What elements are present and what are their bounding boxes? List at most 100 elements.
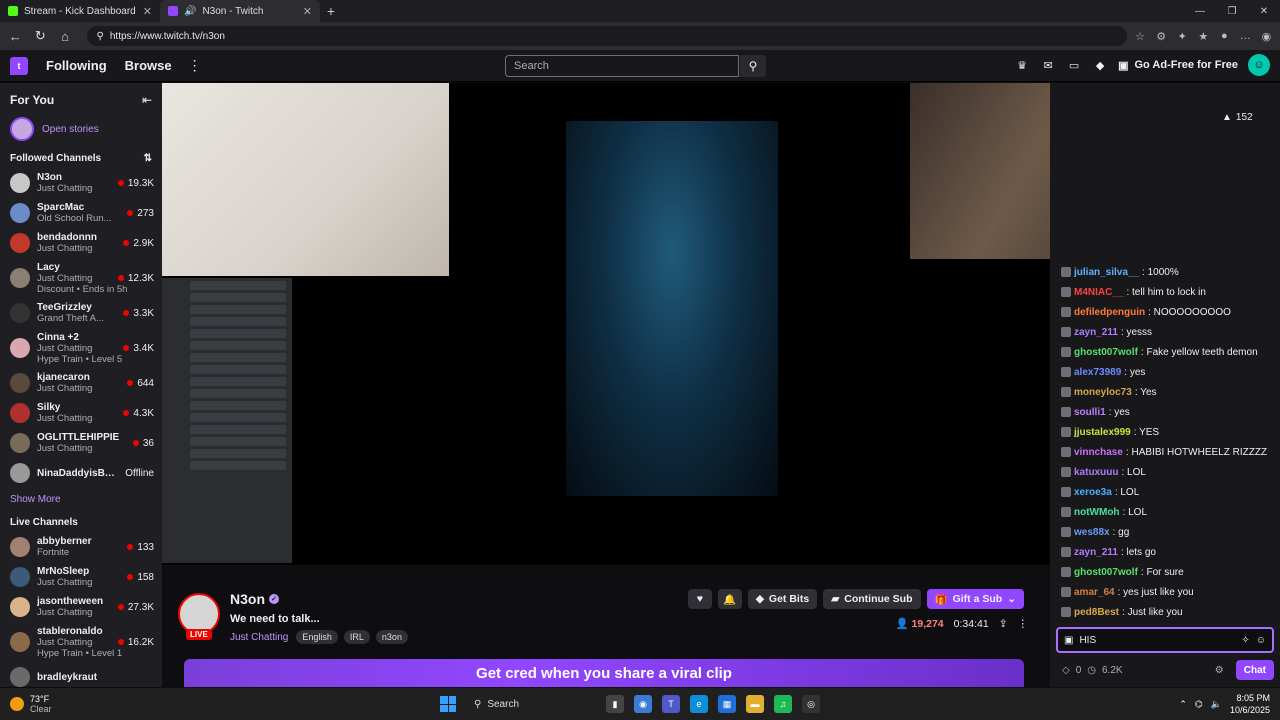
maximize-icon[interactable]: ❐ — [1216, 0, 1248, 22]
store-icon[interactable]: ▦ — [718, 695, 736, 713]
sidebar-channel[interactable]: N3on Just Chatting 19.3K — [0, 168, 162, 198]
site-info-icon[interactable]: ⚲ — [97, 31, 104, 42]
chat-username[interactable]: ped8Best — [1074, 607, 1119, 618]
chat-username[interactable]: M4NIAC__ — [1074, 287, 1123, 298]
sidebar-channel[interactable]: jasontheween Just Chatting 27.3K — [0, 592, 162, 622]
more-menu-icon[interactable]: ⋮ — [188, 57, 202, 74]
reload-icon[interactable]: ↻ — [31, 26, 50, 46]
notifications-button[interactable]: 🔔 — [717, 589, 742, 609]
follow-heart-button[interactable]: ♥ — [687, 589, 712, 609]
chat-username[interactable]: zayn_211 — [1074, 327, 1118, 338]
nav-following[interactable]: Following — [46, 58, 107, 73]
chat-settings-icon[interactable]: ⚙ — [1215, 665, 1224, 676]
more-options-icon[interactable]: ⋮ — [1018, 618, 1029, 630]
whispers-icon[interactable]: ▭ — [1066, 57, 1082, 73]
chat-username[interactable]: amar_64 — [1074, 587, 1115, 598]
tag-irl[interactable]: IRL — [343, 630, 370, 644]
bits-cheer-icon[interactable]: ✧ — [1241, 635, 1249, 646]
sidebar-channel[interactable]: TeeGrizzley Grand Theft A... 3.3K — [0, 298, 162, 328]
twitch-logo-icon[interactable]: t — [10, 56, 28, 75]
new-tab-button[interactable]: + — [320, 0, 342, 22]
weather-widget[interactable]: 73°F Clear — [0, 694, 52, 714]
open-stories-link[interactable]: Open stories — [42, 124, 99, 135]
obs-icon[interactable]: ◎ — [802, 695, 820, 713]
nav-browse[interactable]: Browse — [125, 58, 172, 73]
favorite-star-icon[interactable]: ☆ — [1133, 28, 1148, 44]
tag-n3on[interactable]: n3on — [375, 630, 408, 644]
continue-sub-button[interactable]: ▰ Continue Sub — [823, 589, 921, 609]
copilot-app-icon[interactable]: ◉ — [634, 695, 652, 713]
chat-send-button[interactable]: Chat — [1235, 660, 1274, 680]
chat-username[interactable]: jjustalex999 — [1074, 427, 1131, 438]
tray-chevron-icon[interactable]: ⌃ — [1179, 699, 1187, 710]
sidebar-channel[interactable]: Lacy Just Chatting Discount • Ends in 5h 12… — [0, 258, 162, 298]
browser-tab-kick[interactable]: Stream - Kick Dashboard ✕ — [0, 0, 160, 22]
get-bits-button[interactable]: ◆ Get Bits — [747, 589, 818, 609]
sidebar-channel[interactable]: MrNoSleep Just Chatting 158 — [0, 562, 162, 592]
taskbar-search[interactable]: ⚲ Search — [466, 692, 596, 716]
search-button[interactable]: ⚲ — [740, 55, 766, 77]
spotify-icon[interactable]: ♫ — [774, 695, 792, 713]
chat-username[interactable]: defiledpenguin — [1074, 307, 1145, 318]
tag-english[interactable]: English — [296, 630, 338, 644]
chat-username[interactable]: julian_silva__ — [1074, 267, 1139, 278]
bits-gem-icon[interactable]: ◆ — [1092, 57, 1108, 73]
sidebar-channel[interactable]: kjanecaron Just Chatting 644 — [0, 368, 162, 398]
sidebar-channel[interactable]: abbyberner Fortnite 133 — [0, 532, 162, 562]
prime-crown-icon[interactable]: ♛ — [1014, 57, 1030, 73]
sidebar-channel[interactable]: Cinna +2 Just Chatting Hype Train • Level … — [0, 328, 162, 368]
clip-promo-banner[interactable]: Get cred when you share a viral clip — [184, 659, 1024, 687]
sidebar-channel[interactable]: Silky Just Chatting 4.3K — [0, 398, 162, 428]
close-window-icon[interactable]: ✕ — [1248, 0, 1280, 22]
streamer-name[interactable]: N3on — [230, 591, 265, 607]
share-icon[interactable]: ⇪ — [999, 618, 1008, 630]
close-icon[interactable]: ✕ — [303, 5, 312, 18]
sidebar-channel[interactable]: SparcMac Old School Run... 273 — [0, 198, 162, 228]
chat-username[interactable]: wes88x — [1074, 527, 1110, 538]
chat-username[interactable]: moneyloc73 — [1074, 387, 1132, 398]
teams-icon[interactable]: T — [662, 695, 680, 713]
profile-icon[interactable]: ● — [1217, 28, 1232, 44]
chat-username[interactable]: vinnchase — [1074, 447, 1123, 458]
chat-username[interactable]: notWMoh — [1074, 507, 1120, 518]
open-stories-row[interactable]: Open stories — [0, 111, 162, 147]
menu-dots-icon[interactable]: … — [1238, 28, 1253, 44]
sidebar-channel[interactable]: bradleykraut — [0, 662, 162, 687]
go-ad-free-button[interactable]: ▣ Go Ad-Free for Free — [1118, 59, 1238, 72]
chat-username[interactable]: ghost007wolf — [1074, 347, 1138, 358]
category-link[interactable]: Just Chatting — [230, 632, 288, 643]
search-input[interactable]: Search — [505, 55, 739, 77]
browser-tab-twitch[interactable]: 🔊 N3on - Twitch ✕ — [160, 0, 320, 22]
close-icon[interactable]: ✕ — [143, 5, 152, 18]
video-player[interactable] — [162, 83, 1050, 565]
network-icon[interactable]: ⌬ — [1195, 699, 1203, 710]
emote-picker-icon[interactable]: ☺ — [1256, 635, 1266, 646]
chat-username[interactable]: ghost007wolf — [1074, 567, 1138, 578]
sort-icon[interactable]: ⇅ — [144, 153, 152, 164]
chat-username[interactable]: katuxuuu — [1074, 467, 1118, 478]
copilot-icon[interactable]: ◉ — [1259, 28, 1274, 44]
chat-input[interactable]: ▣ HIS ✧ ☺ — [1056, 627, 1274, 653]
file-explorer-icon[interactable]: ▬ — [746, 695, 764, 713]
chat-username[interactable]: soulli1 — [1074, 407, 1106, 418]
volume-icon[interactable]: 🔈 — [1211, 699, 1222, 710]
inbox-icon[interactable]: ✉ — [1040, 57, 1056, 73]
extensions-puzzle-icon[interactable]: ✦ — [1175, 28, 1190, 44]
sidebar-channel[interactable]: NinaDaddyisBa... Offline — [0, 458, 162, 488]
extension-icon[interactable]: ⚙ — [1154, 28, 1169, 44]
task-view-icon[interactable]: ▮ — [606, 695, 624, 713]
chat-username[interactable]: alex73989 — [1074, 367, 1121, 378]
minimize-icon[interactable]: — — [1184, 0, 1216, 22]
channel-points-icon[interactable]: ◇ — [1062, 665, 1070, 676]
chat-username[interactable]: zayn_211 — [1074, 547, 1118, 558]
sidebar-channel[interactable]: bendadonnn Just Chatting 2.9K — [0, 228, 162, 258]
user-avatar[interactable]: ☺ — [1248, 54, 1270, 76]
gift-sub-button[interactable]: 🎁 Gift a Sub ⌄ — [926, 589, 1024, 609]
collapse-sidebar-icon[interactable]: ⇤ — [142, 93, 152, 107]
edge-icon[interactable]: e — [690, 695, 708, 713]
sidebar-channel[interactable]: stableronaldo Just Chatting Hype Train • L… — [0, 622, 162, 662]
home-icon[interactable]: ⌂ — [56, 26, 75, 46]
favorites-icon[interactable]: ★ — [1196, 28, 1211, 44]
url-field[interactable]: ⚲ https://www.twitch.tv/n3on — [86, 26, 1127, 46]
chat-username[interactable]: xeroe3a — [1074, 487, 1112, 498]
